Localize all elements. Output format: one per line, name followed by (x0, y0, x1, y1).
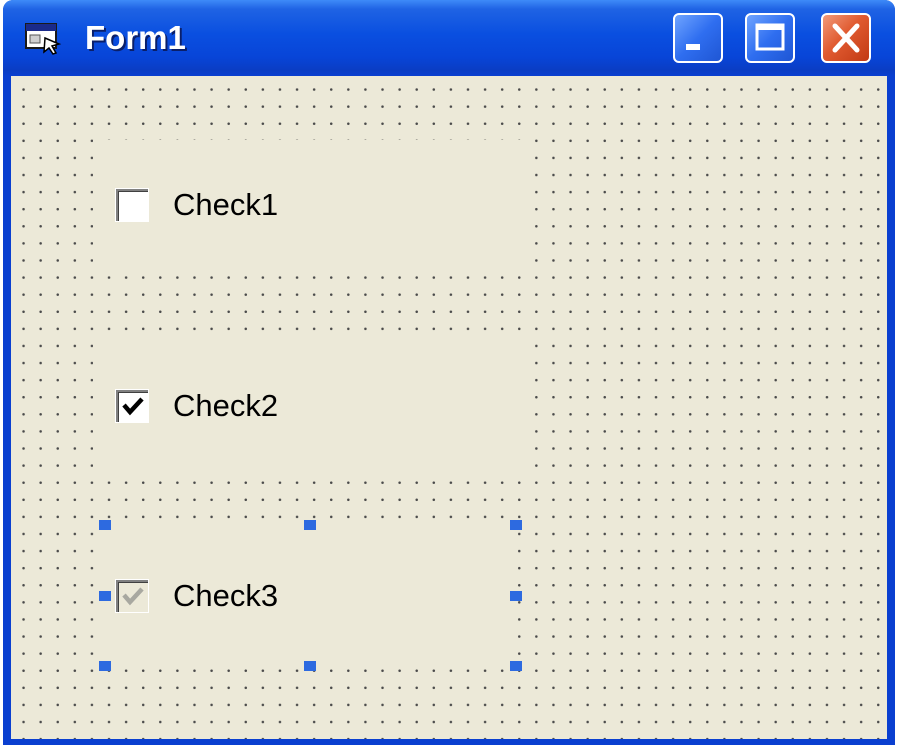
resize-handle-top-right[interactable] (510, 520, 522, 530)
form-window-icon[interactable] (23, 20, 63, 56)
form-design-surface[interactable]: Check1 Check2 Check3 (11, 76, 887, 739)
minimize-button[interactable] (673, 13, 723, 63)
checkbox-label: Check3 (173, 578, 279, 613)
checkbox-check1[interactable]: Check1 (93, 140, 528, 270)
resize-handle-left[interactable] (99, 591, 111, 601)
checkbox-box[interactable] (115, 188, 149, 222)
resize-handle-right[interactable] (510, 591, 522, 601)
resize-handle-bottom[interactable] (304, 661, 316, 671)
checkbox-box[interactable] (115, 579, 149, 613)
close-button[interactable] (821, 13, 871, 63)
checkbox-check2[interactable]: Check2 (93, 336, 528, 476)
close-icon (832, 23, 860, 53)
minimize-icon (686, 44, 700, 50)
form-window: Form1 Check1 Check2 Check3 (3, 0, 895, 745)
checkmark-icon (122, 397, 144, 416)
resize-handle-bottom-right[interactable] (510, 661, 522, 671)
checkbox-box[interactable] (115, 389, 149, 423)
resize-handle-top[interactable] (304, 520, 316, 530)
maximize-icon (755, 23, 785, 51)
checkbox-label: Check2 (173, 388, 279, 423)
resize-handle-bottom-left[interactable] (99, 661, 111, 671)
checkbox-check3[interactable]: Check3 (103, 525, 515, 667)
window-title: Form1 (85, 19, 186, 56)
maximize-button[interactable] (745, 13, 795, 63)
checkmark-icon (122, 587, 144, 606)
resize-handle-top-left[interactable] (99, 520, 111, 530)
checkbox-label: Check1 (173, 187, 279, 222)
title-bar[interactable]: Form1 (3, 0, 895, 76)
